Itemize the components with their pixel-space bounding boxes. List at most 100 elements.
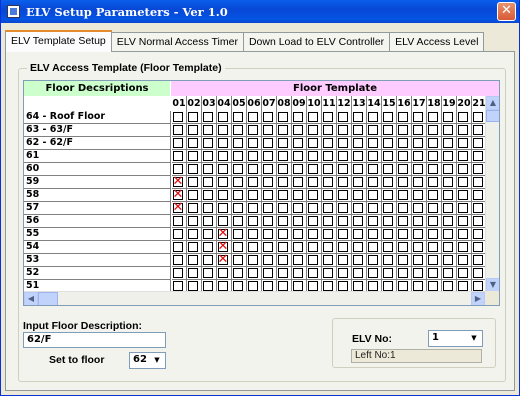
floor-checkbox[interactable] xyxy=(278,138,288,148)
floor-checkbox[interactable] xyxy=(173,138,183,148)
floor-checkbox[interactable] xyxy=(383,125,393,135)
floor-checkbox[interactable] xyxy=(428,177,438,187)
floor-checkbox[interactable] xyxy=(383,229,393,239)
floor-checkbox-cell[interactable] xyxy=(217,163,232,176)
floor-checkbox[interactable] xyxy=(188,164,198,174)
floor-checkbox-cell[interactable] xyxy=(382,111,397,124)
floor-checkbox[interactable] xyxy=(383,255,393,265)
floor-checkbox-cell[interactable] xyxy=(247,189,262,202)
floor-checkbox[interactable] xyxy=(308,242,318,252)
floor-checkbox-cell[interactable] xyxy=(382,137,397,150)
tab-elv-template-setup[interactable]: ELV Template Setup xyxy=(5,30,112,52)
floor-checkbox-cell[interactable] xyxy=(187,176,202,189)
floor-checkbox-cell[interactable] xyxy=(262,111,277,124)
floor-checkbox-cell[interactable] xyxy=(367,111,382,124)
floor-checkbox-cell[interactable] xyxy=(202,241,217,254)
floor-checkbox-cell[interactable] xyxy=(382,215,397,228)
floor-checkbox-cell[interactable] xyxy=(427,137,442,150)
floor-checkbox-cell[interactable] xyxy=(442,176,457,189)
floor-checkbox[interactable] xyxy=(248,281,258,291)
tab-elv-normal-access-timer[interactable]: ELV Normal Access Timer xyxy=(110,32,244,52)
floor-checkbox[interactable] xyxy=(353,164,363,174)
floor-checkbox-cell[interactable] xyxy=(262,228,277,241)
floor-checkbox[interactable] xyxy=(188,268,198,278)
floor-checkbox-cell[interactable] xyxy=(292,163,307,176)
floor-checkbox[interactable] xyxy=(473,268,483,278)
floor-checkbox-cell[interactable] xyxy=(292,241,307,254)
floor-checkbox[interactable] xyxy=(188,216,198,226)
floor-checkbox-cell[interactable] xyxy=(457,241,472,254)
floor-checkbox-cell[interactable] xyxy=(442,189,457,202)
floor-checkbox-cell[interactable] xyxy=(382,189,397,202)
floor-checkbox[interactable] xyxy=(188,177,198,187)
floor-checkbox[interactable] xyxy=(218,177,228,187)
floor-checkbox-cell[interactable] xyxy=(307,124,322,137)
floor-checkbox-cell[interactable] xyxy=(427,124,442,137)
floor-checkbox[interactable] xyxy=(338,138,348,148)
floor-checkbox[interactable] xyxy=(473,190,483,200)
floor-checkbox-cell[interactable] xyxy=(397,254,412,267)
floor-checkbox-cell[interactable] xyxy=(427,163,442,176)
floor-checkbox-cell[interactable] xyxy=(382,163,397,176)
floor-checkbox-cell[interactable] xyxy=(412,189,427,202)
floor-checkbox-cell[interactable] xyxy=(232,176,247,189)
floor-checkbox-cell[interactable] xyxy=(322,150,337,163)
floor-checkbox-cell[interactable] xyxy=(247,163,262,176)
floor-checkbox-cell[interactable] xyxy=(187,228,202,241)
floor-checkbox-cell[interactable] xyxy=(307,163,322,176)
floor-checkbox[interactable] xyxy=(188,281,198,291)
floor-checkbox-cell[interactable] xyxy=(202,137,217,150)
floor-checkbox[interactable] xyxy=(473,151,483,161)
floor-checkbox-cell[interactable] xyxy=(172,254,187,267)
floor-checkbox-cell[interactable] xyxy=(367,228,382,241)
floor-checkbox[interactable] xyxy=(338,177,348,187)
floor-checkbox[interactable] xyxy=(353,268,363,278)
floor-checkbox[interactable] xyxy=(188,255,198,265)
floor-checkbox-cell[interactable] xyxy=(322,215,337,228)
floor-checkbox[interactable] xyxy=(338,268,348,278)
floor-checkbox-cell[interactable] xyxy=(322,254,337,267)
floor-checkbox[interactable] xyxy=(218,268,228,278)
floor-checkbox[interactable] xyxy=(383,190,393,200)
floor-checkbox-cell[interactable] xyxy=(322,111,337,124)
floor-checkbox[interactable] xyxy=(413,281,423,291)
floor-checkbox[interactable] xyxy=(443,255,453,265)
floor-checkbox[interactable] xyxy=(173,216,183,226)
floor-checkbox-cell[interactable] xyxy=(442,150,457,163)
floor-checkbox[interactable] xyxy=(338,242,348,252)
floor-checkbox[interactable] xyxy=(428,216,438,226)
floor-checkbox-cell[interactable] xyxy=(352,163,367,176)
floor-checkbox[interactable] xyxy=(173,112,183,122)
floor-checkbox-cell[interactable] xyxy=(307,202,322,215)
floor-checkbox[interactable] xyxy=(233,229,243,239)
floor-checkbox[interactable] xyxy=(263,138,273,148)
floor-checkbox[interactable] xyxy=(173,229,183,239)
floor-checkbox[interactable] xyxy=(308,125,318,135)
scroll-left-arrow-icon[interactable]: ◀ xyxy=(24,292,38,305)
floor-checkbox[interactable] xyxy=(233,242,243,252)
floor-checkbox[interactable] xyxy=(293,255,303,265)
floor-checkbox[interactable] xyxy=(323,203,333,213)
floor-checkbox-cell[interactable] xyxy=(202,228,217,241)
floor-checkbox-cell[interactable] xyxy=(232,111,247,124)
floor-checkbox-cell[interactable] xyxy=(217,176,232,189)
floor-checkbox-cell[interactable] xyxy=(172,111,187,124)
floor-checkbox-cell[interactable] xyxy=(262,215,277,228)
floor-checkbox[interactable] xyxy=(413,190,423,200)
floor-checkbox[interactable] xyxy=(263,112,273,122)
floor-checkbox-cell[interactable] xyxy=(172,228,187,241)
floor-checkbox[interactable] xyxy=(263,190,273,200)
floor-checkbox-cell[interactable] xyxy=(397,137,412,150)
floor-checkbox-cell[interactable] xyxy=(277,150,292,163)
floor-checkbox[interactable] xyxy=(353,125,363,135)
set-to-floor-select[interactable]: 62 ▼ xyxy=(129,352,166,369)
floor-checkbox-cell[interactable] xyxy=(457,189,472,202)
floor-checkbox[interactable] xyxy=(278,255,288,265)
floor-checkbox[interactable] xyxy=(458,112,468,122)
scroll-right-arrow-icon[interactable]: ▶ xyxy=(471,292,485,305)
floor-checkbox-cell[interactable] xyxy=(292,202,307,215)
floor-checkbox-cell[interactable] xyxy=(262,254,277,267)
floor-checkbox-cell[interactable] xyxy=(292,150,307,163)
floor-checkbox[interactable] xyxy=(353,190,363,200)
floor-checkbox-cell[interactable] xyxy=(382,241,397,254)
